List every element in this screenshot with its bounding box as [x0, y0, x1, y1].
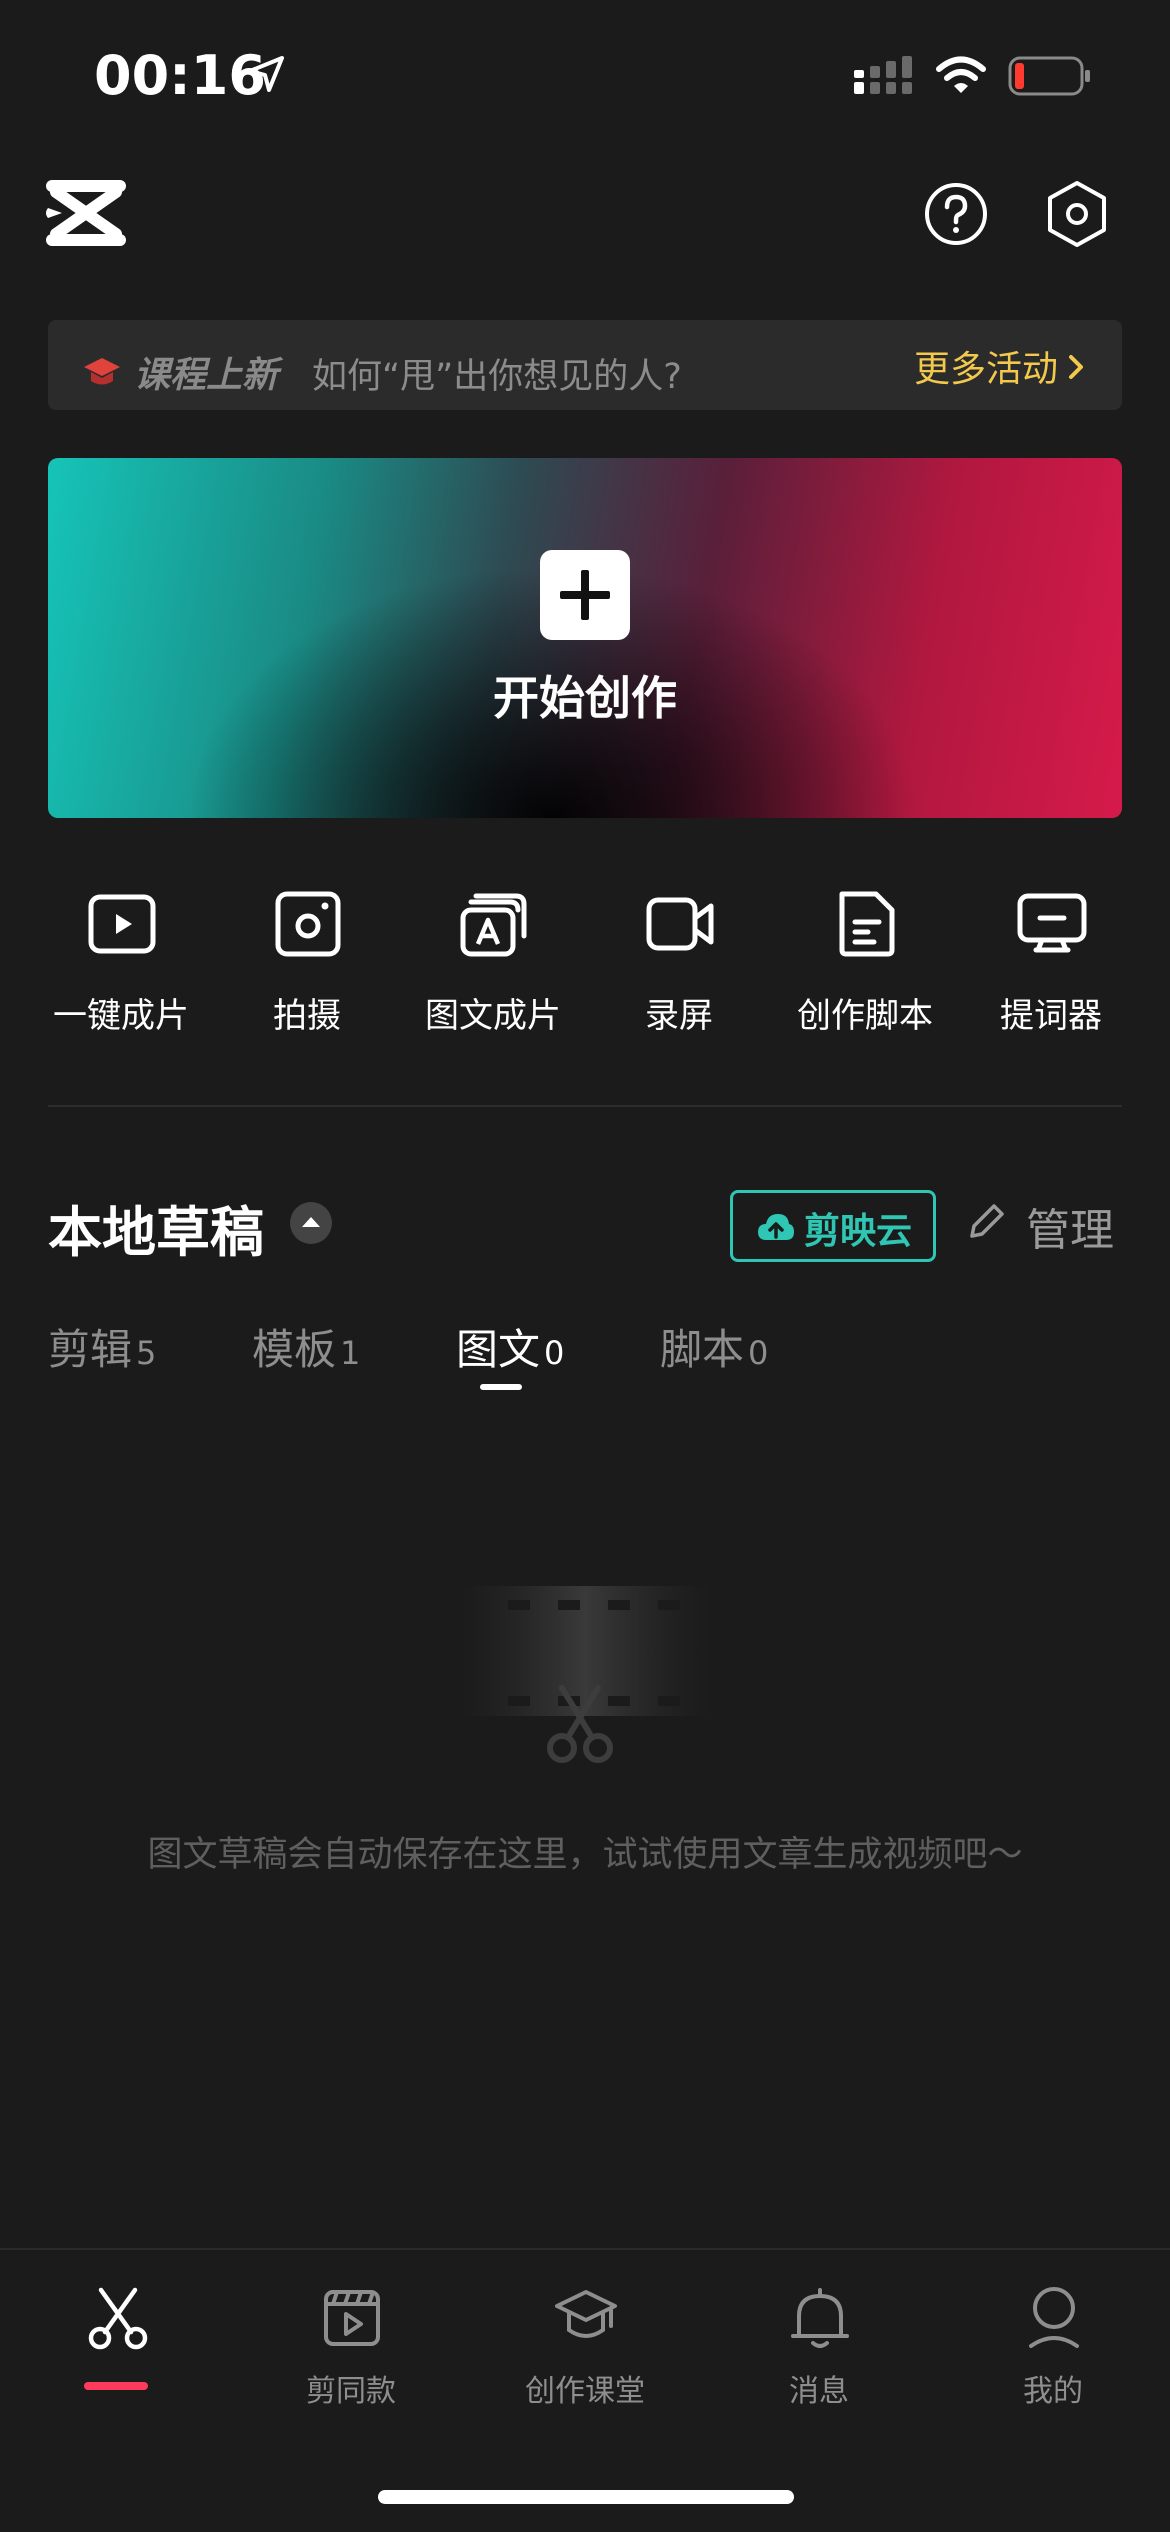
tool-label: 创作脚本 — [797, 996, 933, 1036]
tool-label: 一键成片 — [53, 996, 189, 1036]
nav-messages[interactable]: 消息 — [702, 2286, 936, 2409]
tab-image-text[interactable]: 图文 0 — [456, 1316, 564, 1377]
tool-label: 图文成片 — [425, 996, 561, 1036]
tab-count: 0 — [748, 1334, 769, 1372]
bell-icon — [791, 2288, 849, 2348]
wifi-icon — [936, 56, 986, 93]
text-to-video-icon — [460, 893, 527, 957]
nav-label: 剪同款 — [306, 2374, 396, 2409]
battery-icon — [1008, 56, 1090, 96]
capcut-logo — [46, 180, 126, 246]
settings-icon[interactable] — [1046, 180, 1108, 248]
cloud-label[interactable]: 剪映云 — [804, 1202, 912, 1254]
tab-count: 0 — [544, 1334, 565, 1372]
manage-button[interactable]: 管理 — [1026, 1194, 1114, 1258]
tab-edit[interactable]: 剪辑 5 — [48, 1316, 156, 1377]
screen-record-icon — [646, 897, 714, 951]
nav-active-indicator — [84, 2382, 148, 2390]
clapper-icon — [324, 2290, 380, 2346]
empty-state-text: 图文草稿会自动保存在这里，试试使用文章生成视频吧～ — [147, 1835, 1023, 1875]
tab-label: 图文 — [456, 1325, 541, 1374]
collapse-toggle-button[interactable] — [290, 1202, 332, 1244]
start-creating-label[interactable]: 开始创作 — [0, 662, 1170, 728]
home-indicator[interactable] — [378, 2490, 794, 2504]
tool-shoot[interactable]: 拍摄 — [214, 880, 400, 1040]
nav-creation-class[interactable]: 创作课堂 — [468, 2286, 702, 2409]
tab-script[interactable]: 脚本 0 — [660, 1316, 768, 1377]
more-activities-link[interactable]: 更多活动 — [914, 340, 1058, 392]
tool-text-to-video[interactable]: 图文成片 — [400, 880, 586, 1040]
course-cap-icon — [84, 358, 120, 385]
person-icon — [1029, 2287, 1079, 2348]
play-square-icon — [88, 894, 156, 954]
banner-text[interactable]: 如何“甩”出你想见的人? — [312, 348, 682, 399]
local-drafts-title: 本地草稿 — [48, 1201, 264, 1264]
scissors-icon — [88, 2287, 148, 2350]
nav-profile[interactable]: 我的 — [936, 2286, 1170, 2409]
chevron-right-icon[interactable] — [1064, 352, 1088, 382]
tab-label: 模板 — [252, 1325, 337, 1374]
cloud-upload-icon — [758, 1214, 794, 1240]
tool-screen-record[interactable]: 录屏 — [586, 880, 772, 1040]
active-tab-indicator — [480, 1384, 522, 1390]
section-divider — [48, 1105, 1122, 1107]
tool-one-click-video[interactable]: 一键成片 — [28, 880, 214, 1040]
tab-label: 脚本 — [660, 1325, 745, 1374]
location-arrow-icon — [248, 56, 284, 92]
caret-up-icon — [302, 1217, 320, 1227]
nav-template[interactable]: 剪同款 — [234, 2286, 468, 2409]
tool-label: 录屏 — [645, 996, 713, 1036]
plus-icon-horizontal — [560, 591, 610, 599]
tool-label: 提词器 — [1000, 996, 1102, 1036]
cellular-signal-icon — [854, 56, 912, 94]
status-time: 00:16 — [94, 44, 266, 107]
empty-film-scissors-icon — [460, 1586, 710, 1763]
tool-teleprompter[interactable]: 提词器 — [958, 880, 1144, 1040]
camera-icon — [275, 891, 341, 957]
script-doc-icon — [839, 891, 895, 957]
nav-label: 我的 — [1023, 2374, 1083, 2409]
teleprompter-icon — [1017, 893, 1087, 953]
tab-count: 5 — [136, 1334, 157, 1372]
tool-label: 拍摄 — [273, 996, 341, 1036]
graduation-cap-icon — [555, 2290, 617, 2338]
banner-tag: 课程上新 — [134, 355, 279, 396]
nav-label: 创作课堂 — [525, 2374, 645, 2409]
tool-creation-script[interactable]: 创作脚本 — [772, 880, 958, 1040]
help-icon[interactable] — [924, 182, 988, 246]
tab-count: 1 — [340, 1334, 361, 1372]
tab-label: 剪辑 — [48, 1325, 133, 1374]
pencil-icon[interactable] — [966, 1200, 1006, 1242]
tab-template[interactable]: 模板 1 — [252, 1316, 360, 1377]
nav-label: 消息 — [789, 2374, 849, 2409]
